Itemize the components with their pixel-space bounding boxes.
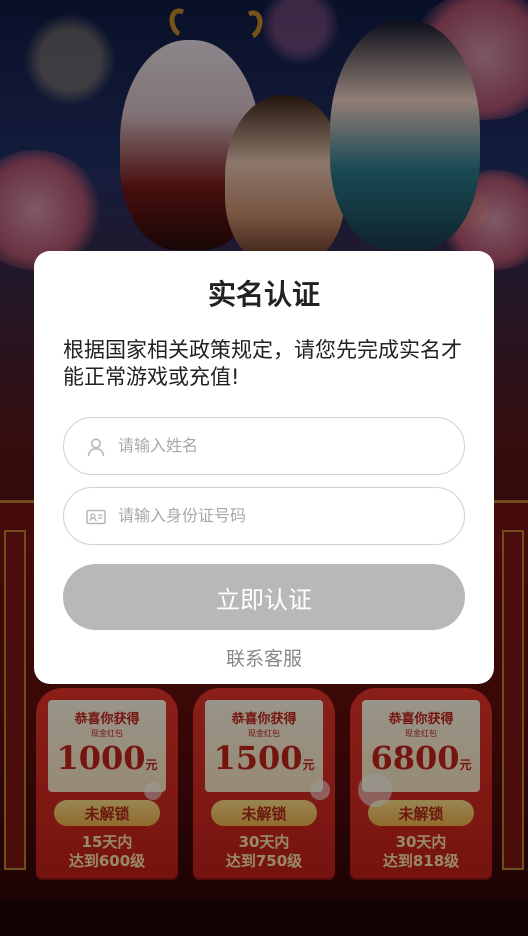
dialog-title: 实名认证 [207,278,320,311]
id-number-field[interactable] [63,487,465,545]
name-field[interactable] [63,417,465,475]
contact-support-link[interactable]: 联系客服 [34,644,494,671]
real-name-verification-dialog: 实名认证 根据国家相关政策规定，请您先完成实名才能正常游戏或充值! 立即认证 联… [34,251,494,684]
name-input[interactable] [118,418,448,473]
id-number-input[interactable] [118,488,448,543]
user-icon [87,438,105,457]
id-card-icon [86,509,106,525]
policy-message: 根据国家相关政策规定，请您先完成实名才能正常游戏或充值! [63,338,462,389]
verify-now-button[interactable]: 立即认证 [63,564,465,630]
